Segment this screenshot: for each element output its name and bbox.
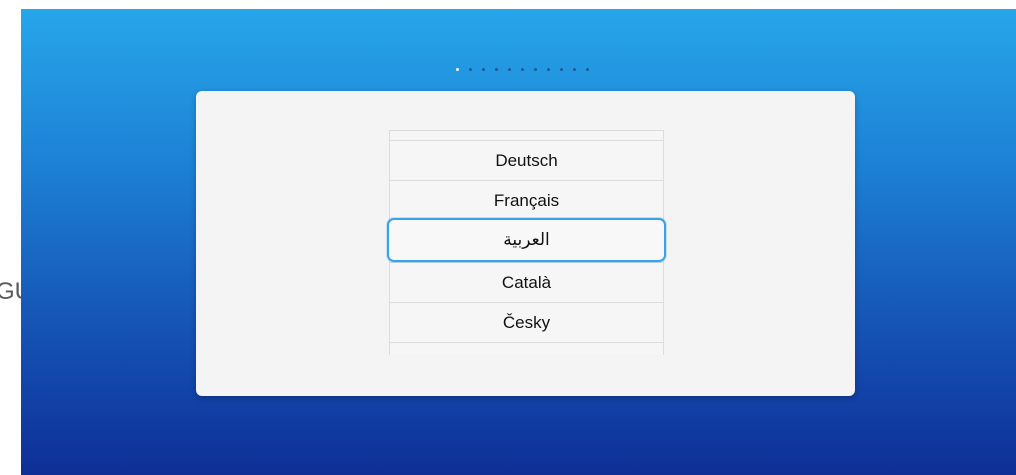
language-picker[interactable]: Deutsch Français العربية Català Česky [387,130,666,355]
language-option-arabic[interactable]: العربية [387,218,666,262]
left-margin [0,0,21,475]
page-dot-3 [482,68,485,71]
language-option-label: Français [493,190,560,210]
page-dot-7 [534,68,537,71]
language-option-cesky[interactable]: Česky [390,302,663,342]
page-dot-10 [573,68,576,71]
language-option-catala[interactable]: Català [390,262,663,302]
language-option-francais[interactable]: Français [390,180,663,220]
page-dot-4 [495,68,498,71]
page-dot-5 [508,68,511,71]
page-dot-9 [560,68,563,71]
language-option-label: Català [501,272,552,292]
language-option-label: Deutsch [495,150,558,170]
page-dot-8 [547,68,550,71]
language-option-deutsch[interactable]: Deutsch [390,140,663,180]
language-option-label: العربية [503,230,550,249]
language-option-label: Česky [502,312,551,332]
setup-screen: Deutsch Français العربية Català Česky [21,9,1016,475]
page-dot-6 [521,68,524,71]
page-dot-1 [456,68,459,71]
language-selection-card: Deutsch Français العربية Català Česky [196,91,855,396]
page-dot-2 [469,68,472,71]
picker-bottom-edge [390,342,663,353]
page-dot-11 [586,68,589,71]
page-indicator [21,68,1016,71]
